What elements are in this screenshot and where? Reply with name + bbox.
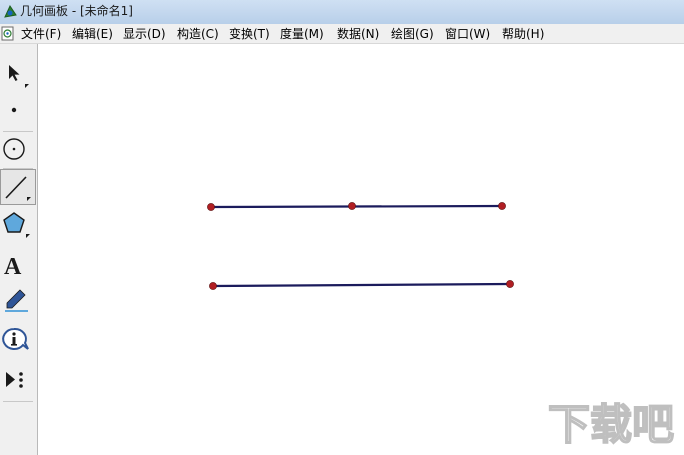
app-icon bbox=[4, 4, 17, 18]
straightedge-tool[interactable] bbox=[0, 169, 36, 205]
play-dots-icon bbox=[6, 372, 23, 388]
lower-segment[interactable] bbox=[212, 282, 511, 288]
arrow-select-icon bbox=[9, 65, 29, 88]
menu-measure[interactable]: 度量(M) bbox=[280, 26, 324, 42]
menu-help[interactable]: 帮助(H) bbox=[502, 26, 544, 42]
menu-bar: 文件(F) 编辑(E) 显示(D) 构造(C) 变换(T) 度量(M) 数据(N… bbox=[0, 24, 684, 44]
lower-segment-end-point[interactable] bbox=[506, 280, 514, 288]
custom-tool[interactable] bbox=[0, 362, 36, 398]
title-bar: 几何画板 - [未命名1] bbox=[0, 0, 684, 24]
marker-tool[interactable] bbox=[0, 284, 36, 320]
menu-window[interactable]: 窗口(W) bbox=[445, 26, 490, 42]
upper-segment-midpoint[interactable] bbox=[348, 202, 356, 210]
menu-edit[interactable]: 编辑(E) bbox=[72, 26, 113, 42]
pentagon-icon bbox=[3, 212, 30, 238]
toolbox: A bbox=[0, 44, 38, 455]
sketch-canvas[interactable] bbox=[39, 44, 684, 455]
point-icon bbox=[11, 107, 17, 113]
arrow-tool[interactable] bbox=[0, 57, 36, 93]
window-title: 几何画板 - [未命名1] bbox=[20, 4, 133, 18]
text-tool[interactable]: A bbox=[0, 246, 36, 282]
text-tool-glyph: A bbox=[4, 254, 22, 280]
upper-segment-end-point[interactable] bbox=[498, 202, 506, 210]
polygon-tool[interactable] bbox=[0, 207, 36, 243]
menu-transform[interactable]: 变换(T) bbox=[229, 26, 270, 42]
menu-graph[interactable]: 绘图(G) bbox=[391, 26, 434, 42]
tool-separator bbox=[3, 401, 33, 402]
information-tool[interactable] bbox=[0, 323, 36, 359]
menu-display[interactable]: 显示(D) bbox=[123, 26, 166, 42]
lower-segment-start-point[interactable] bbox=[209, 282, 217, 290]
pen-icon bbox=[5, 289, 28, 312]
menu-construct[interactable]: 构造(C) bbox=[177, 26, 219, 42]
menu-data[interactable]: 数据(N) bbox=[337, 26, 379, 42]
watermark-logo: 下载吧 bbox=[547, 399, 675, 447]
sketch-drawing bbox=[207, 202, 514, 290]
upper-segment[interactable] bbox=[210, 204, 503, 209]
compass-tool[interactable] bbox=[0, 132, 36, 168]
point-tool[interactable] bbox=[0, 92, 36, 128]
upper-segment-start-point[interactable] bbox=[207, 203, 215, 211]
text-A-icon: A bbox=[4, 254, 22, 280]
segment-icon bbox=[5, 176, 31, 201]
info-icon bbox=[2, 327, 29, 350]
watermark-text: 下载吧 bbox=[548, 400, 674, 447]
circle-icon bbox=[3, 138, 25, 160]
document-icon[interactable] bbox=[1, 26, 15, 41]
menu-file[interactable]: 文件(F) bbox=[21, 26, 61, 42]
